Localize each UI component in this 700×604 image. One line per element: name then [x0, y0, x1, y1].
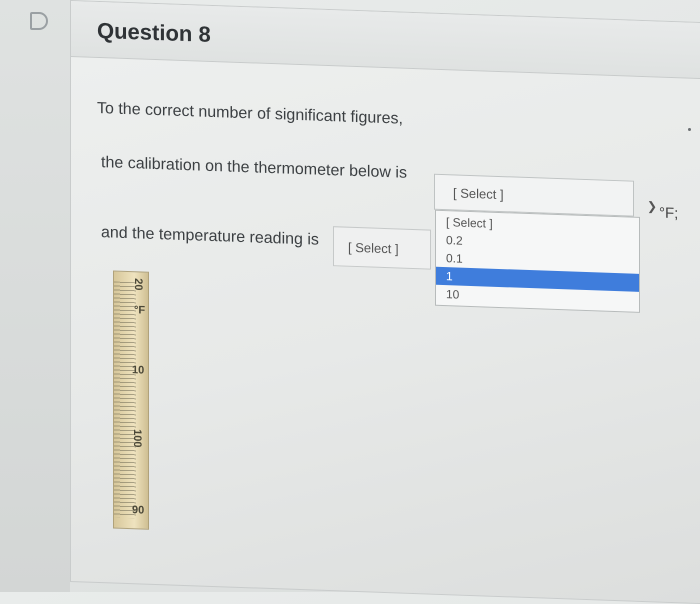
thermometer-label-100: 100 — [131, 428, 144, 448]
chevron-down-icon[interactable]: ❯ — [647, 199, 657, 213]
thermometer-image: 20 °F 10 100 90 — [113, 270, 149, 530]
thermometer-label-10: 10 — [132, 364, 145, 377]
thermometer-label-90: 90 — [132, 504, 145, 517]
calibration-dropdown-list: [ Select ] 0.2 0.1 1 10 — [435, 209, 640, 313]
temperature-select-value: [ Select ] — [348, 239, 399, 257]
thermometer-label-20: 20 — [132, 278, 145, 291]
question-text-line2: the calibration on the thermometer below… — [101, 154, 407, 182]
question-card: Question 8 To the correct number of sign… — [70, 0, 700, 604]
thermometer-label-unit: °F — [134, 304, 146, 317]
question-text-line1: To the correct number of significant fig… — [97, 99, 403, 128]
artifact-dot — [688, 128, 691, 131]
question-header: Question 8 — [71, 1, 700, 80]
unit-label: °F; — [659, 204, 679, 223]
temperature-reading-select[interactable]: [ Select ] — [333, 226, 431, 270]
calibration-select-value: [ Select ] — [453, 185, 504, 203]
question-title: Question 8 — [97, 17, 211, 47]
question-text-line3: and the temperature reading is — [101, 224, 319, 249]
question-flag-icon[interactable] — [30, 12, 48, 30]
left-gutter — [0, 0, 70, 592]
thermometer-scale-ticks — [114, 281, 136, 519]
